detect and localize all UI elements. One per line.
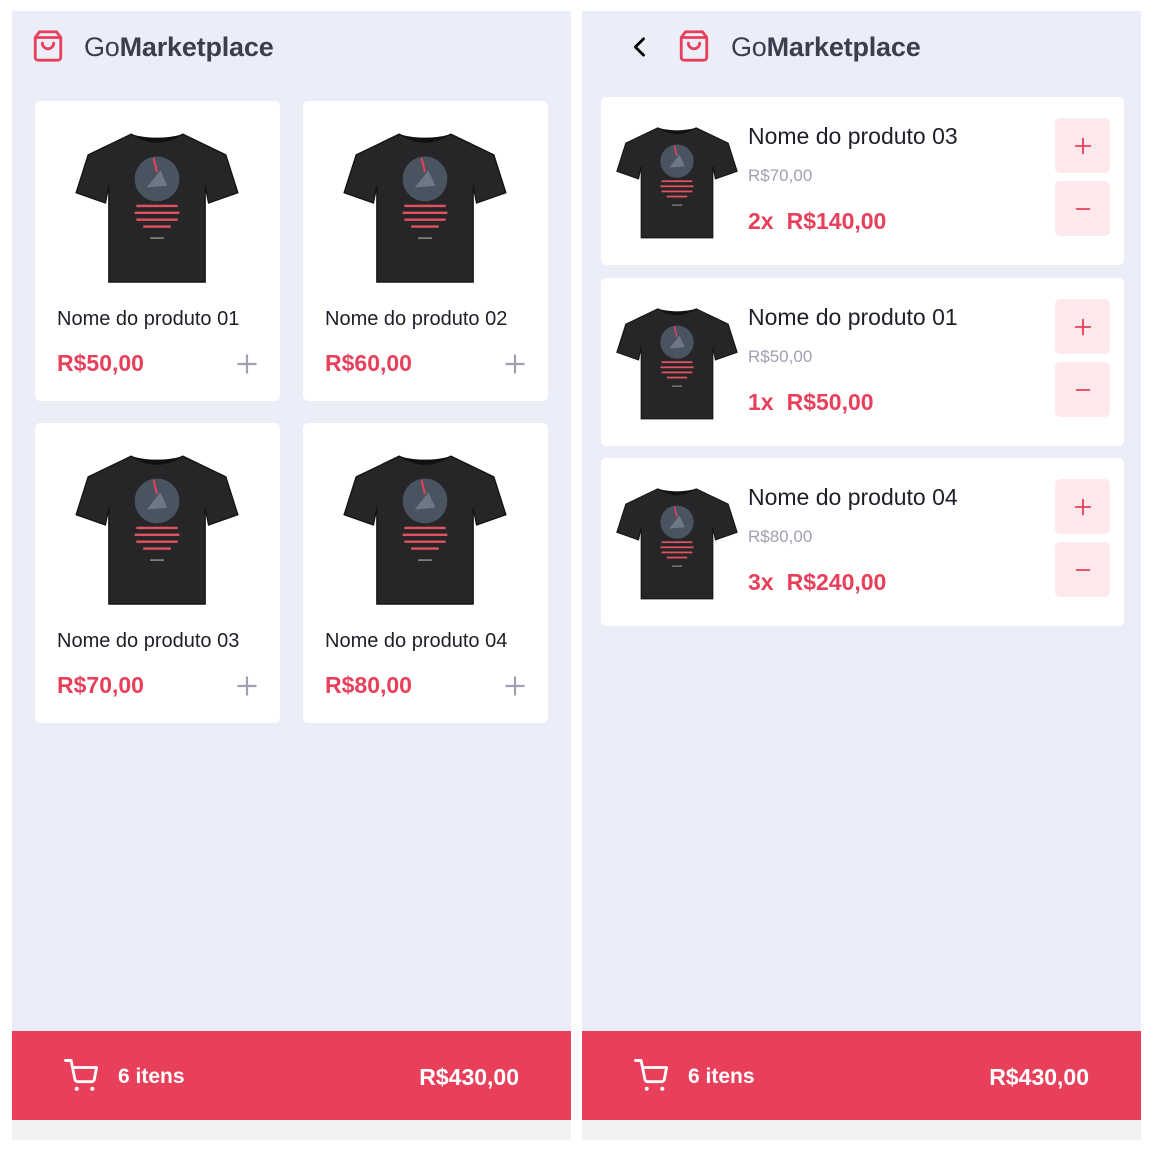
product-name: Nome do produto 01 [57,308,240,330]
cart-item-total: R$50,00 [786,389,874,415]
plus-icon [1074,137,1091,154]
product-image [616,127,738,239]
cart-item: Nome do produto 03 R$70,00 2x R$140,00 [601,97,1124,265]
header: GoMarketplace [12,11,571,91]
minus-icon [1075,388,1090,391]
app-logo: GoMarketplace [84,32,274,62]
product-card: Nome do produto 04 R$80,00 [303,423,548,723]
cart-item-unit-price: R$50,00 [748,347,813,366]
floating-cart-button[interactable]: 6 itens R$430,00 [582,1031,1141,1120]
product-price: R$70,00 [57,672,144,698]
cart-items-count: 6 itens [688,1065,755,1088]
cart-item-total: R$140,00 [786,208,887,234]
product-image [343,455,507,606]
product-price: R$80,00 [325,672,412,698]
product-image [616,488,738,600]
header: GoMarketplace [582,11,1141,91]
product-card: Nome do produto 01 R$50,00 [35,101,280,401]
product-price: R$50,00 [57,350,144,376]
minus-icon [1075,568,1090,571]
app-logo: GoMarketplace [731,32,921,62]
product-price: R$60,00 [325,350,412,376]
shopping-bag-icon [679,30,709,62]
increment-button[interactable] [1055,299,1110,354]
product-name: Nome do produto 04 [325,630,508,652]
chevron-left-icon[interactable] [626,33,654,61]
product-image [75,133,239,284]
cart-item-unit-price: R$70,00 [748,166,813,185]
product-image [75,455,239,606]
shopping-cart-icon [634,1059,668,1091]
plus-icon[interactable] [234,351,260,377]
plus-icon [1074,318,1091,335]
product-name: Nome do produto 03 [57,630,240,652]
cart-item-quantity: 3x [748,569,774,595]
system-nav-bar [12,1120,571,1140]
increment-button[interactable] [1055,479,1110,534]
cart-item-unit-price: R$80,00 [748,527,813,546]
cart-item-subtotal: 2x R$140,00 [748,207,886,235]
product-card: Nome do produto 02 R$60,00 [303,101,548,401]
product-card: Nome do produto 03 R$70,00 [35,423,280,723]
product-name: Nome do produto 02 [325,308,508,330]
decrement-button[interactable] [1055,181,1110,236]
minus-icon [1075,207,1090,210]
dashboard-screen: GoMarketplace Nome do produto 01 R$50,00… [12,11,571,1140]
increment-button[interactable] [1055,118,1110,173]
cart-item-subtotal: 3x R$240,00 [748,568,886,596]
plus-icon[interactable] [234,673,260,699]
decrement-button[interactable] [1055,362,1110,417]
cart-item-total: R$240,00 [786,569,887,595]
plus-icon [1074,498,1091,515]
system-nav-bar [582,1120,1141,1140]
cart-item-name: Nome do produto 04 [748,484,958,510]
product-image [616,308,738,420]
shopping-cart-icon [64,1059,98,1091]
plus-icon[interactable] [502,673,528,699]
cart-items-count: 6 itens [118,1065,185,1088]
cart-item: Nome do produto 04 R$80,00 3x R$240,00 [601,458,1124,626]
shopping-bag-icon [33,30,63,62]
product-image [343,133,507,284]
cart-item-subtotal: 1x R$50,00 [748,388,874,416]
cart-total: R$430,00 [989,1064,1089,1090]
cart-item-quantity: 1x [748,389,774,415]
decrement-button[interactable] [1055,542,1110,597]
floating-cart-button[interactable]: 6 itens R$430,00 [12,1031,571,1120]
cart-item-name: Nome do produto 03 [748,123,958,149]
cart-item-name: Nome do produto 01 [748,304,958,330]
cart-total: R$430,00 [419,1064,519,1090]
cart-screen: GoMarketplace Nome do produto 03 R$70,00… [582,11,1141,1140]
cart-item: Nome do produto 01 R$50,00 1x R$50,00 [601,278,1124,446]
plus-icon[interactable] [502,351,528,377]
cart-item-quantity: 2x [748,208,774,234]
